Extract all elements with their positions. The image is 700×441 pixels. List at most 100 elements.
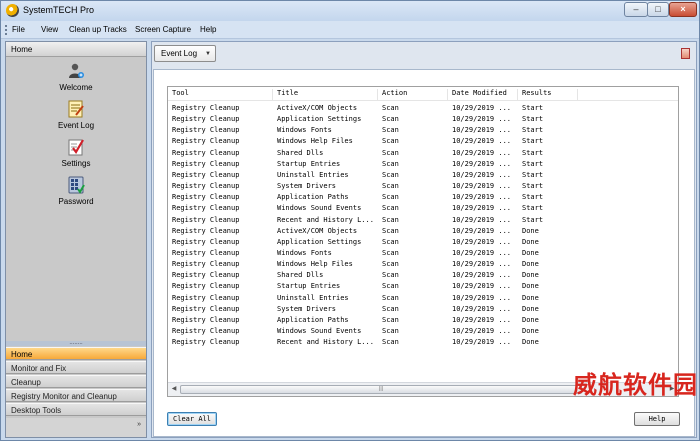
table-row[interactable]: Registry Cleanup Application Paths Scan 10/… — [168, 192, 678, 203]
cell-date-modified: 10/29/2019 ... — [452, 293, 512, 302]
cell-results: Done — [522, 260, 539, 269]
table-row[interactable]: Registry Cleanup System Drivers Scan 10/29/… — [168, 181, 678, 192]
column-header-results[interactable]: Results — [518, 89, 578, 100]
sidebar-item-label: Welcome — [59, 83, 93, 92]
cell-action: Scan — [382, 170, 399, 179]
cell-title: Recent and History L... — [277, 338, 374, 347]
cell-results: Start — [522, 215, 544, 224]
table-row[interactable]: Registry Cleanup Uninstall Entries Scan 10/… — [168, 293, 678, 304]
table-row[interactable]: Registry Cleanup Startup Entries Scan 10/29… — [168, 159, 678, 170]
table-row[interactable]: Registry Cleanup Uninstall Entries Scan 10/… — [168, 170, 678, 181]
menu-file[interactable]: File — [12, 25, 25, 34]
document-icon[interactable] — [681, 48, 690, 59]
column-header-tool[interactable]: Tool — [168, 89, 273, 100]
cell-tool: Registry Cleanup — [172, 104, 240, 112]
cell-action: Scan — [382, 282, 399, 291]
view-dropdown[interactable]: Event Log ▼ — [154, 45, 216, 62]
table-row[interactable]: Registry Cleanup Windows Help Files Scan 10… — [168, 259, 678, 270]
cell-tool: Registry Cleanup — [172, 248, 240, 257]
cell-action: Scan — [382, 271, 399, 280]
event-log-icon — [67, 100, 85, 118]
menu-clean-up-tracks[interactable]: Clean up Tracks — [69, 25, 127, 34]
cell-action: Scan — [382, 159, 399, 168]
table-row[interactable]: Registry Cleanup Shared Dlls Scan 10/29/201… — [168, 270, 678, 281]
section-monitor-and-fix[interactable]: Monitor and Fix — [6, 361, 146, 374]
cell-tool: Registry Cleanup — [172, 260, 240, 269]
column-header-action[interactable]: Action — [378, 89, 448, 100]
cell-action: Scan — [382, 193, 399, 202]
cell-tool: Registry Cleanup — [172, 137, 240, 146]
cell-action: Scan — [382, 260, 399, 269]
table-row[interactable]: Registry Cleanup Application Paths Scan 10/… — [168, 315, 678, 326]
cell-action: Scan — [382, 237, 399, 246]
table-row[interactable]: Registry Cleanup Windows Fonts Scan 10/29/2… — [168, 248, 678, 259]
app-window: SystemTECH Pro – □ × File View Clean up … — [0, 0, 700, 441]
table-row[interactable]: Registry Cleanup Windows Sound Events Scan… — [168, 326, 678, 337]
menu-screen-capture[interactable]: Screen Capture — [135, 25, 191, 34]
cell-date-modified: 10/29/2019 ... — [452, 193, 512, 202]
scroll-left-icon[interactable]: ◀ — [169, 385, 179, 394]
table-row[interactable]: Registry Cleanup Windows Sound Events Scan… — [168, 203, 678, 214]
table-row[interactable]: Registry Cleanup Recent and History L... S… — [168, 337, 678, 348]
chevron-down-icon: ▼ — [205, 51, 211, 57]
dropdown-label: Event Log — [161, 49, 198, 58]
cell-action: Scan — [382, 304, 399, 313]
sidebar-item-settings[interactable]: Settings — [26, 138, 126, 168]
cell-tool: Registry Cleanup — [172, 204, 240, 213]
menu-grip-icon[interactable] — [5, 25, 8, 35]
sidebar-item-event-log[interactable]: Event Log — [26, 100, 126, 130]
title-bar: SystemTECH Pro – □ × — [1, 1, 699, 21]
table-row[interactable]: Registry Cleanup System Drivers Scan 10/29/… — [168, 304, 678, 315]
table-row[interactable]: Registry Cleanup Windows Fonts Scan 10/29/2… — [168, 125, 678, 136]
section-desktop-tools[interactable]: Desktop Tools — [6, 403, 146, 416]
table-row[interactable]: Registry Cleanup Application Settings Scan… — [168, 114, 678, 125]
cell-results: Start — [522, 193, 544, 202]
cell-results: Done — [522, 293, 539, 302]
cell-title: Windows Help Files — [277, 260, 353, 269]
chevron-more-icon[interactable]: » — [137, 421, 141, 428]
menu-view[interactable]: View — [41, 25, 58, 34]
help-button[interactable]: Help — [634, 412, 680, 426]
menu-help[interactable]: Help — [200, 25, 216, 34]
cell-date-modified: 10/29/2019 ... — [452, 104, 512, 112]
column-header-title[interactable]: Title — [273, 89, 378, 100]
section-cleanup[interactable]: Cleanup — [6, 375, 146, 388]
cell-date-modified: 10/29/2019 ... — [452, 327, 512, 335]
cell-action: Scan — [382, 215, 399, 224]
cell-date-modified: 10/29/2019 ... — [452, 237, 512, 246]
sidebar-item-label: Event Log — [57, 121, 95, 130]
cell-action: Scan — [382, 115, 399, 124]
cell-date-modified: 10/29/2019 ... — [452, 159, 512, 168]
section-registry-monitor-and-cleanup[interactable]: Registry Monitor and Cleanup — [6, 389, 146, 402]
table-row[interactable]: Registry Cleanup ActiveX/COM Objects Scan 1… — [168, 226, 678, 237]
cell-tool: Registry Cleanup — [172, 148, 240, 157]
sidebar-splitter[interactable]: ........ — [6, 340, 146, 346]
clear-all-button[interactable]: Clear All — [167, 412, 217, 426]
cell-results: Start — [522, 204, 544, 213]
table-row[interactable]: Registry Cleanup Startup Entries Scan 10/29… — [168, 281, 678, 292]
table-row[interactable]: Registry Cleanup Application Settings Scan… — [168, 237, 678, 248]
table-row[interactable]: Registry Cleanup ActiveX/COM Objects Scan 1… — [168, 103, 678, 114]
cell-results: Done — [522, 248, 539, 257]
cell-date-modified: 10/29/2019 ... — [452, 137, 512, 146]
table-row[interactable]: Registry Cleanup Recent and History L... S… — [168, 215, 678, 226]
table-row[interactable]: Registry Cleanup Windows Help Files Scan 10… — [168, 136, 678, 147]
maximize-button[interactable]: □ — [647, 2, 669, 17]
sidebar-footer: » — [6, 418, 146, 437]
table-row[interactable]: Registry Cleanup Shared Dlls Scan 10/29/201… — [168, 148, 678, 159]
event-log-table[interactable]: Tool Title Action Date Modified Results … — [167, 86, 679, 397]
cell-results: Start — [522, 137, 544, 146]
close-button[interactable]: × — [669, 2, 697, 17]
sidebar-item-welcome[interactable]: Welcome — [26, 62, 126, 92]
cell-action: Scan — [382, 315, 399, 324]
minimize-button[interactable]: – — [624, 2, 648, 17]
cell-results: Start — [522, 182, 544, 191]
cell-date-modified: 10/29/2019 ... — [452, 126, 512, 135]
sidebar-header: Home — [6, 42, 146, 57]
scrollbar-thumb[interactable]: ||| — [180, 385, 582, 394]
cell-title: Startup Entries — [277, 159, 341, 168]
cell-date-modified: 10/29/2019 ... — [452, 338, 512, 347]
sidebar-item-password[interactable]: Password — [26, 176, 126, 206]
column-header-date-modified[interactable]: Date Modified — [448, 89, 518, 100]
section-home[interactable]: Home — [6, 347, 146, 360]
